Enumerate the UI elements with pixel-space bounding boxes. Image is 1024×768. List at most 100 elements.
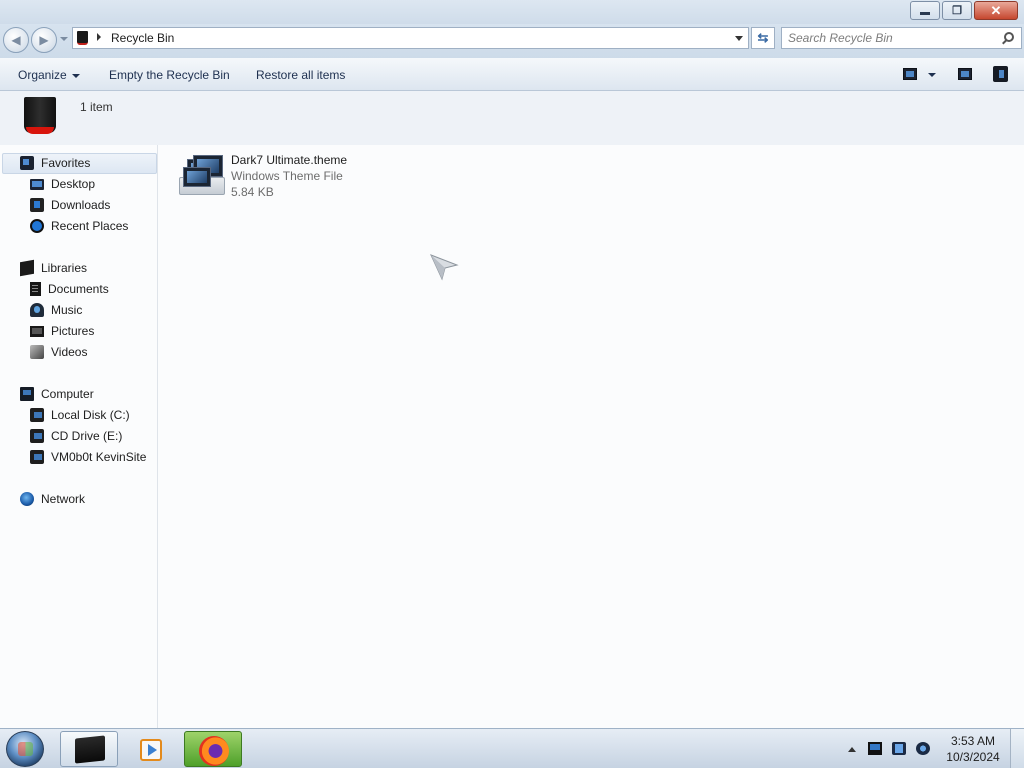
restore-all-items-button[interactable]: Restore all items: [256, 68, 345, 82]
nav-network-label: Network: [41, 492, 86, 506]
change-view-icon[interactable]: [903, 68, 917, 80]
media-player-icon: [140, 739, 162, 761]
system-tray: [842, 731, 942, 767]
nav-cd-drive-label: CD Drive (E:): [51, 429, 123, 443]
search-icon[interactable]: [1004, 32, 1014, 42]
refresh-button[interactable]: ⇆: [751, 27, 775, 49]
recent-pages-dropdown[interactable]: [60, 37, 68, 41]
hard-drive-icon: [30, 408, 44, 422]
network-drive-icon: [30, 450, 44, 464]
minimize-button[interactable]: [910, 1, 940, 20]
help-icon[interactable]: [993, 66, 1008, 82]
mouse-cursor-icon: [430, 254, 459, 281]
pictures-icon: [30, 325, 44, 337]
nav-documents[interactable]: Documents: [30, 279, 109, 299]
favorites-star-icon: [20, 156, 34, 170]
search-input[interactable]: [788, 30, 988, 46]
firefox-icon: [199, 736, 229, 766]
desktop-icon: [30, 178, 44, 190]
close-button[interactable]: ✕: [974, 1, 1018, 20]
nav-music[interactable]: Music: [30, 300, 82, 320]
network-globe-icon: [20, 492, 34, 506]
taskbar-explorer-button[interactable]: [60, 731, 118, 767]
nav-network-share[interactable]: VM0b0t KevinSite: [30, 447, 146, 467]
libraries-icon: [20, 259, 34, 277]
nav-computer-label: Computer: [41, 387, 94, 401]
clock[interactable]: 3:53 AM 10/3/2024: [942, 733, 1004, 765]
network-status-icon[interactable]: [868, 742, 882, 755]
computer-icon: [20, 387, 34, 401]
nav-desktop[interactable]: Desktop: [30, 174, 95, 194]
music-icon: [30, 303, 44, 317]
nav-network-share-label: VM0b0t KevinSite: [51, 450, 147, 464]
nav-libraries[interactable]: Libraries: [20, 258, 87, 278]
restore-button[interactable]: ❐: [942, 1, 972, 20]
nav-libraries-label: Libraries: [41, 261, 88, 275]
breadcrumb-separator-icon[interactable]: [97, 33, 101, 41]
minimize-icon: [911, 2, 939, 19]
recent-places-icon: [30, 219, 44, 233]
nav-pictures[interactable]: Pictures: [30, 321, 94, 341]
address-bar[interactable]: Recycle Bin: [72, 27, 749, 49]
nav-computer[interactable]: Computer: [20, 384, 94, 404]
explorer-icon: [75, 735, 105, 764]
nav-cd-drive-e[interactable]: CD Drive (E:): [30, 426, 122, 446]
show-hidden-icons-icon[interactable]: [848, 747, 856, 752]
forward-button[interactable]: ▶: [31, 27, 57, 53]
back-button[interactable]: ◀: [3, 27, 29, 53]
search-box[interactable]: [781, 27, 1022, 49]
taskbar-firefox-button[interactable]: [184, 731, 242, 767]
clock-date: 10/3/2024: [946, 750, 1000, 764]
action-center-icon[interactable]: [892, 742, 906, 755]
view-options-dropdown-icon[interactable]: [928, 73, 936, 77]
nav-recent-places-label: Recent Places: [51, 219, 129, 233]
taskbar-media-player-button[interactable]: [122, 731, 180, 767]
nav-documents-label: Documents: [48, 282, 109, 296]
navigation-pane: Favorites Desktop Downloads Recent Place…: [0, 145, 158, 728]
file-name: Dark7 Ultimate.theme: [231, 153, 348, 167]
volume-icon[interactable]: [916, 742, 930, 755]
close-icon: ✕: [990, 2, 1002, 18]
nav-pictures-label: Pictures: [51, 324, 95, 338]
nav-videos[interactable]: Videos: [30, 342, 87, 362]
back-arrow-icon: ◀: [11, 33, 21, 47]
nav-network[interactable]: Network: [20, 489, 85, 509]
downloads-icon: [30, 198, 44, 212]
empty-recycle-bin-button[interactable]: Empty the Recycle Bin: [109, 68, 230, 82]
documents-icon: [30, 282, 41, 296]
nav-recent-places[interactable]: Recent Places: [30, 216, 128, 236]
address-history-dropdown-icon[interactable]: [735, 36, 743, 41]
theme-file-icon: [179, 155, 225, 195]
command-bar: Organize Empty the Recycle Bin Restore a…: [0, 58, 1024, 91]
recycle-bin-icon: [77, 31, 88, 45]
preview-pane-icon[interactable]: [958, 68, 972, 80]
cd-drive-icon: [30, 429, 44, 443]
nav-favorites-label: Favorites: [41, 156, 91, 170]
item-count: 1 item: [80, 100, 113, 114]
start-button[interactable]: [6, 731, 44, 767]
nav-downloads[interactable]: Downloads: [30, 195, 110, 215]
nav-local-disk-c[interactable]: Local Disk (C:): [30, 405, 130, 425]
clock-time: 3:53 AM: [950, 734, 996, 748]
show-desktop-button[interactable]: [1010, 729, 1024, 768]
nav-videos-label: Videos: [51, 345, 88, 359]
nav-favorites[interactable]: Favorites: [20, 153, 90, 173]
details-header: 1 item: [0, 91, 1024, 145]
forward-arrow-icon: ▶: [39, 33, 49, 47]
nav-music-label: Music: [51, 303, 83, 317]
file-type: Windows Theme File: [231, 169, 343, 183]
organize-menu[interactable]: Organize: [18, 68, 80, 82]
nav-desktop-label: Desktop: [51, 177, 96, 191]
videos-icon: [30, 345, 44, 359]
taskbar: 3:53 AM 10/3/2024: [0, 728, 1024, 768]
recycle-bin-large-icon: [22, 95, 58, 139]
title-bar: ❐ ✕: [0, 0, 1024, 24]
restore-icon: ❐: [952, 5, 962, 17]
address-row: ◀ ▶ Recycle Bin ⇆: [0, 24, 1024, 58]
caption-buttons: ❐ ✕: [908, 1, 1018, 20]
breadcrumb-recycle-bin[interactable]: Recycle Bin: [111, 31, 174, 45]
file-size: 5.84 KB: [231, 185, 274, 199]
refresh-icon: ⇆: [757, 30, 769, 45]
nav-downloads-label: Downloads: [51, 198, 111, 212]
file-list: Dark7 Ultimate.theme Windows Theme File …: [159, 145, 1024, 728]
